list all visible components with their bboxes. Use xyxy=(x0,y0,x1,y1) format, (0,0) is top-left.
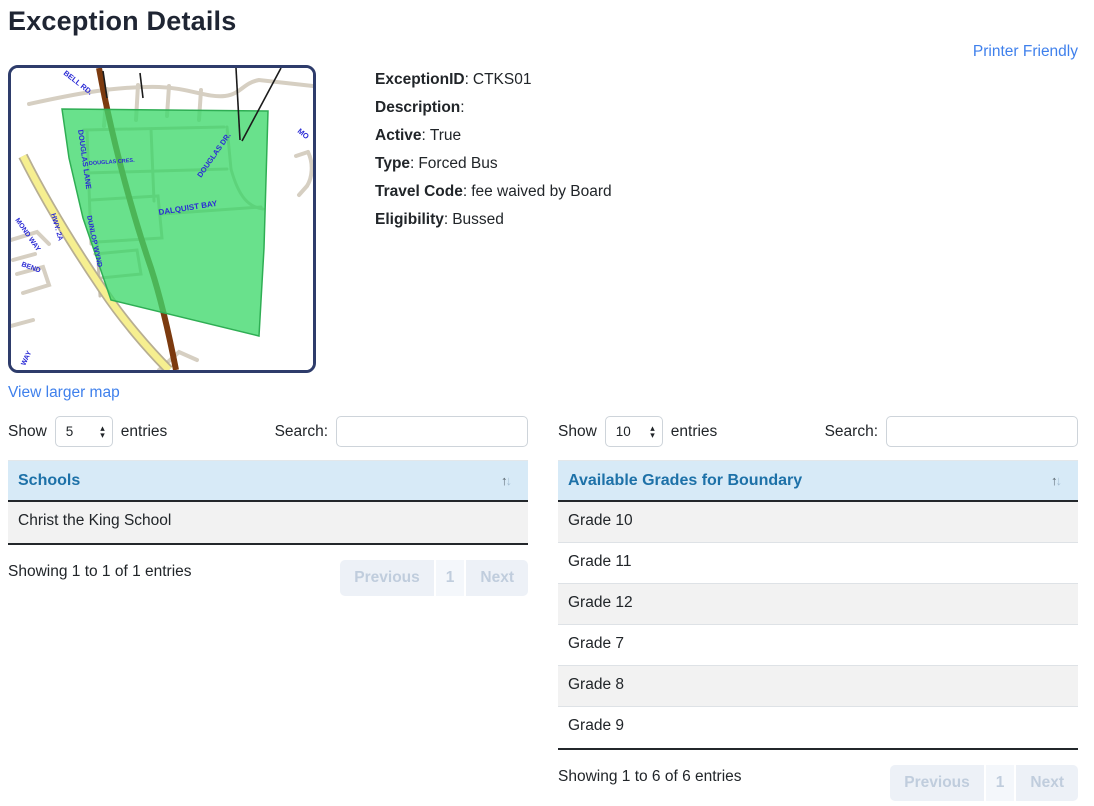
table-row: Grade 8 xyxy=(558,666,1078,707)
detail-value: Bussed xyxy=(452,211,504,228)
show-label: Show xyxy=(8,423,47,441)
schools-search-input[interactable] xyxy=(336,416,528,447)
detail-description: Description: xyxy=(375,94,612,122)
table-row: Grade 12 xyxy=(558,584,1078,625)
printer-friendly-row: Printer Friendly xyxy=(8,39,1078,65)
schools-length-control: Show 5 ▴▾ entries xyxy=(8,416,167,447)
schools-search-control: Search: xyxy=(275,416,528,447)
show-label: Show xyxy=(558,423,597,441)
colon: : xyxy=(463,183,467,200)
colon: : xyxy=(410,155,414,172)
map-column: BELL RD. DOUGLAS LANE DOUGLAS CRES. DOUG… xyxy=(8,65,316,402)
page-size-value: 10 xyxy=(616,424,631,439)
detail-label: ExceptionID xyxy=(375,71,465,88)
detail-active: Active:True xyxy=(375,122,612,150)
table-row: Grade 7 xyxy=(558,625,1078,666)
search-label: Search: xyxy=(275,423,328,441)
schools-header-cell[interactable]: Schools ↑↓ xyxy=(8,460,528,502)
colon: : xyxy=(422,127,426,144)
detail-exception-id: ExceptionID:CTKS01 xyxy=(375,66,612,94)
page-size-value: 5 xyxy=(66,424,74,439)
schools-page-size-select[interactable]: 5 ▴▾ xyxy=(55,416,113,447)
colon: : xyxy=(460,99,464,116)
boundary-map-svg: BELL RD. DOUGLAS LANE DOUGLAS CRES. DOUG… xyxy=(11,68,313,370)
detail-travel-code: Travel Code:fee waived by Board xyxy=(375,178,612,206)
grades-table-body: Grade 10 Grade 11 Grade 12 Grade 7 Grade… xyxy=(558,502,1078,750)
sort-icon[interactable]: ↑↓ xyxy=(1051,473,1068,488)
detail-value: fee waived by Board xyxy=(471,183,611,200)
printer-friendly-link[interactable]: Printer Friendly xyxy=(973,43,1078,60)
detail-label: Type xyxy=(375,155,410,172)
detail-label: Description xyxy=(375,99,460,116)
detail-label: Eligibility xyxy=(375,211,444,228)
search-label: Search: xyxy=(825,423,878,441)
detail-label: Active xyxy=(375,127,422,144)
tables-section: Show 5 ▴▾ entries Search: Schools xyxy=(8,406,1078,801)
detail-value: True xyxy=(430,127,461,144)
detail-value: CTKS01 xyxy=(473,71,532,88)
top-section: BELL RD. DOUGLAS LANE DOUGLAS CRES. DOUG… xyxy=(8,65,1078,402)
grades-info-text: Showing 1 to 6 of 6 entries xyxy=(558,765,742,786)
grades-header-cell[interactable]: Available Grades for Boundary ↑↓ xyxy=(558,460,1078,502)
detail-value: Forced Bus xyxy=(418,155,497,172)
schools-table-panel: Show 5 ▴▾ entries Search: Schools xyxy=(8,406,528,801)
previous-button[interactable]: Previous xyxy=(890,765,983,801)
detail-label: Travel Code xyxy=(375,183,463,200)
schools-pagination: Previous 1 Next xyxy=(340,560,528,596)
table-row: Grade 9 xyxy=(558,707,1078,748)
schools-header-label: Schools xyxy=(18,472,80,490)
page-1-button[interactable]: 1 xyxy=(986,765,1015,801)
schools-info-text: Showing 1 to 1 of 1 entries xyxy=(8,560,192,581)
grades-footer: Showing 1 to 6 of 6 entries Previous 1 N… xyxy=(558,765,1078,801)
grades-pagination: Previous 1 Next xyxy=(890,765,1078,801)
grades-search-input[interactable] xyxy=(886,416,1078,447)
page-1-button[interactable]: 1 xyxy=(436,560,465,596)
previous-button[interactable]: Previous xyxy=(340,560,433,596)
colon: : xyxy=(444,211,448,228)
table-row: Christ the King School xyxy=(8,502,528,543)
next-button[interactable]: Next xyxy=(1016,765,1078,801)
boundary-map-thumbnail: BELL RD. DOUGLAS LANE DOUGLAS CRES. DOUG… xyxy=(8,65,316,373)
schools-table: Schools ↑↓ Christ the King School xyxy=(8,460,528,545)
grades-page-size-select[interactable]: 10 ▴▾ xyxy=(605,416,663,447)
sort-icon[interactable]: ↑↓ xyxy=(501,473,518,488)
detail-type: Type:Forced Bus xyxy=(375,150,612,178)
grades-table: Available Grades for Boundary ↑↓ Grade 1… xyxy=(558,460,1078,750)
select-arrows-icon: ▴▾ xyxy=(650,425,655,439)
entries-label: entries xyxy=(671,423,718,441)
page-title: Exception Details xyxy=(8,6,1078,37)
select-arrows-icon: ▴▾ xyxy=(100,425,105,439)
grades-header-label: Available Grades for Boundary xyxy=(568,472,802,490)
grades-length-control: Show 10 ▴▾ entries xyxy=(558,416,717,447)
schools-footer: Showing 1 to 1 of 1 entries Previous 1 N… xyxy=(8,560,528,596)
exception-details-list: ExceptionID:CTKS01 Description: Active:T… xyxy=(375,65,612,234)
grades-table-panel: Show 10 ▴▾ entries Search: Availabl xyxy=(558,406,1078,801)
grades-controls: Show 10 ▴▾ entries Search: xyxy=(558,416,1078,447)
view-larger-map-link[interactable]: View larger map xyxy=(8,384,120,402)
grades-search-control: Search: xyxy=(825,416,1078,447)
next-button[interactable]: Next xyxy=(466,560,528,596)
table-row: Grade 11 xyxy=(558,543,1078,584)
colon: : xyxy=(465,71,469,88)
detail-eligibility: Eligibility:Bussed xyxy=(375,206,612,234)
page: Exception Details Printer Friendly xyxy=(0,0,1094,801)
schools-controls: Show 5 ▴▾ entries Search: xyxy=(8,416,528,447)
table-row: Grade 10 xyxy=(558,502,1078,543)
entries-label: entries xyxy=(121,423,168,441)
schools-table-body: Christ the King School xyxy=(8,502,528,545)
